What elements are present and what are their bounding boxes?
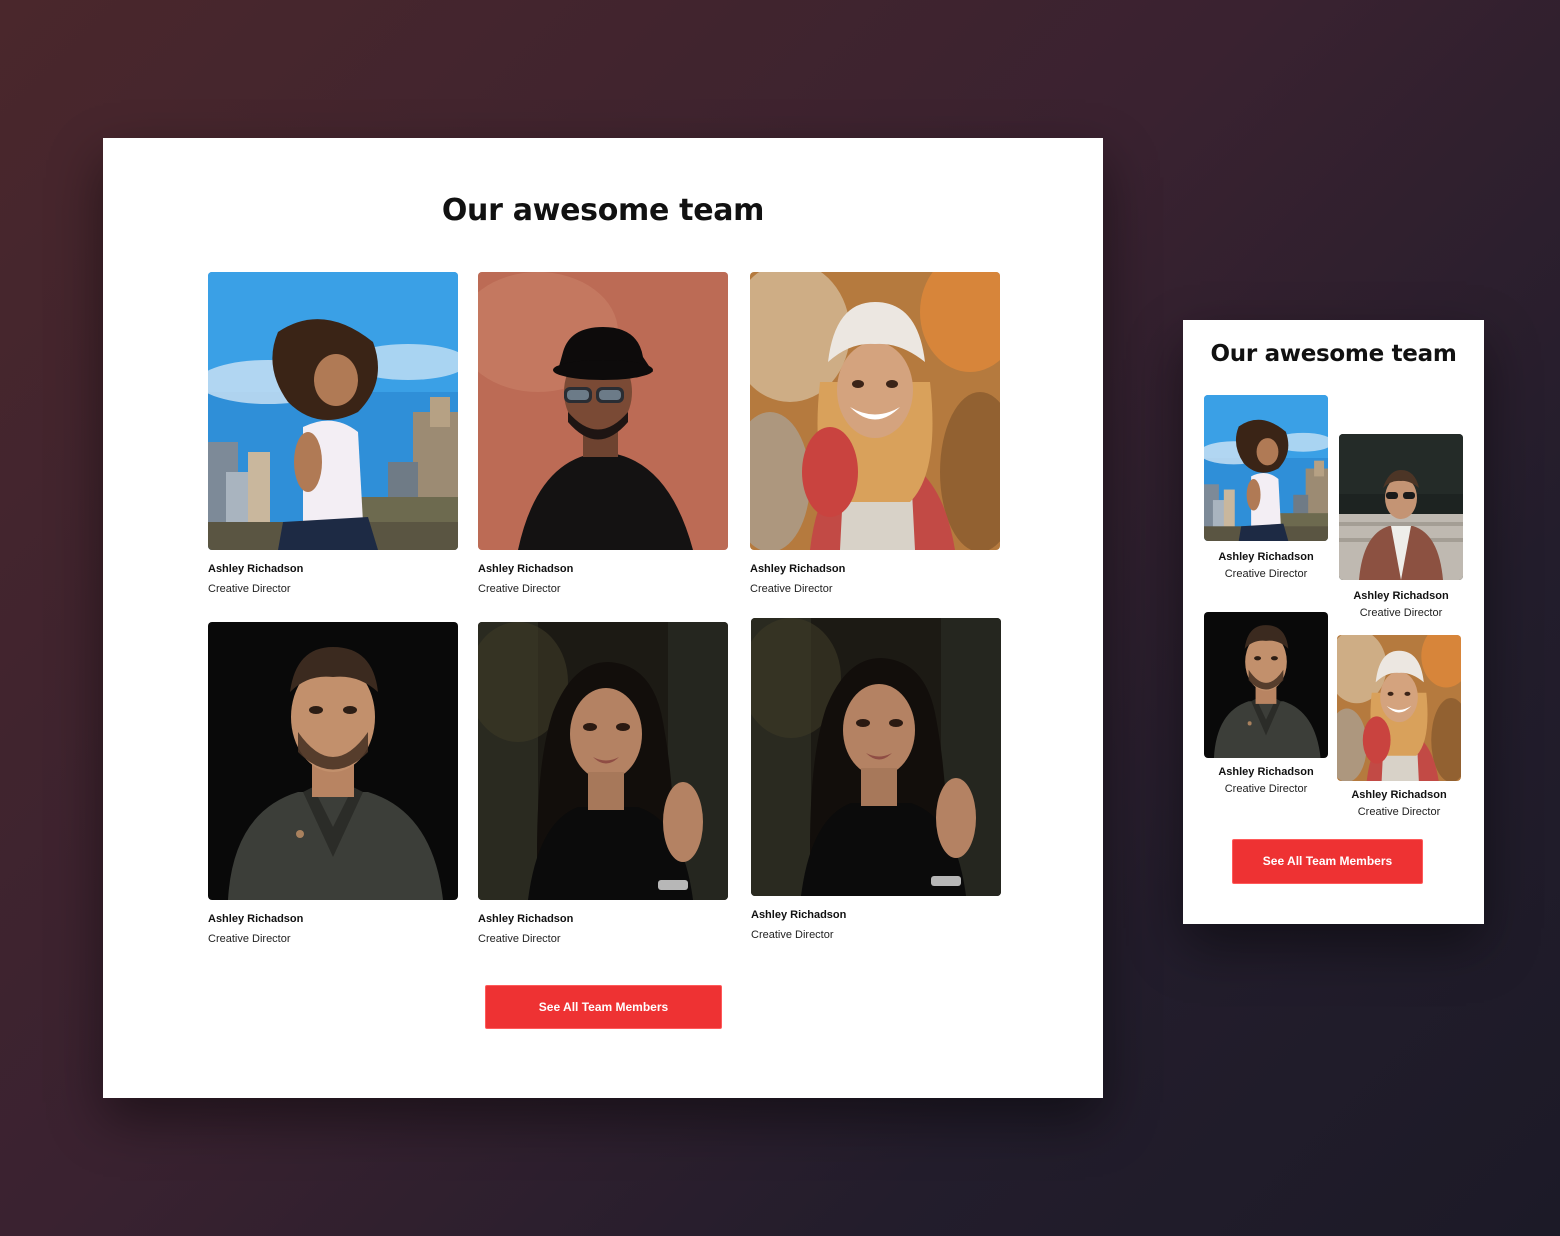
mobile-team-section: Our awesome team Ashley Richadson Creati… <box>1183 320 1484 924</box>
section-title: Our awesome team <box>1210 341 1457 367</box>
see-all-team-members-button[interactable]: See All Team Members <box>1232 839 1423 884</box>
member-role: Creative Director <box>208 933 291 945</box>
member-role: Creative Director <box>478 583 561 595</box>
member-role: Creative Director <box>478 933 561 945</box>
desktop-team-section: Our awesome team Ashley Richadson Creati… <box>103 138 1103 1098</box>
member-role: Creative Director <box>750 583 833 595</box>
member-role: Creative Director <box>751 929 834 941</box>
woman-city-photo <box>208 272 458 550</box>
member-name: Ashley Richadson <box>1351 789 1447 801</box>
member-name: Ashley Richadson <box>751 909 847 921</box>
member-role: Creative Director <box>208 583 291 595</box>
member-role: Creative Director <box>1224 783 1308 795</box>
member-name: Ashley Richadson <box>1218 766 1314 778</box>
member-name: Ashley Richadson <box>208 913 304 925</box>
see-all-team-members-button[interactable]: See All Team Members <box>485 985 722 1029</box>
man-hat-photo <box>478 272 728 550</box>
member-role: Creative Director <box>1357 806 1441 818</box>
member-name: Ashley Richadson <box>208 563 304 575</box>
man-sweater-photo <box>208 622 458 900</box>
member-name: Ashley Richadson <box>478 913 574 925</box>
member-name: Ashley Richadson <box>750 563 846 575</box>
member-name: Ashley Richadson <box>1353 590 1449 602</box>
woman-city-photo <box>1204 395 1328 541</box>
member-name: Ashley Richadson <box>478 563 574 575</box>
woman-dark-hair-photo <box>478 622 728 900</box>
man-sunglasses-photo <box>1339 434 1463 580</box>
woman-dark-hair-photo <box>751 618 1001 896</box>
member-name: Ashley Richadson <box>1218 551 1314 563</box>
member-role: Creative Director <box>1224 568 1308 580</box>
member-role: Creative Director <box>1359 607 1443 619</box>
man-sweater-photo <box>1204 612 1328 758</box>
woman-beanie-photo <box>1337 635 1461 781</box>
woman-beanie-photo <box>750 272 1000 550</box>
section-title: Our awesome team <box>441 193 765 228</box>
